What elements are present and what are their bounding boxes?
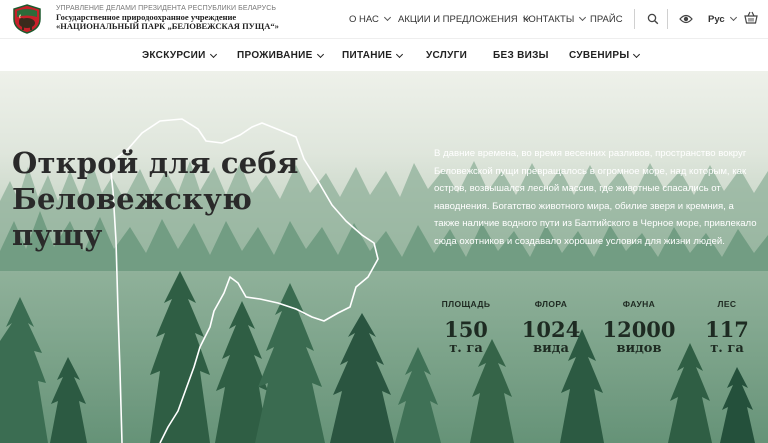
stat-label: ФЛОРА: [534, 299, 568, 309]
top-nav-price[interactable]: ПРАЙС: [590, 0, 623, 38]
org-line2: «НАЦИОНАЛЬНЫЙ ПАРК „БЕЛОВЕЖСКАЯ ПУЩА“»: [56, 21, 279, 32]
chevron-down-icon: [396, 50, 404, 58]
organization-name[interactable]: УПРАВЛЕНИЕ ДЕЛАМИ ПРЕЗИДЕНТА РЕСПУБЛИКИ …: [56, 5, 279, 31]
main-nav-visa-free[interactable]: БЕЗ ВИЗЫ: [493, 39, 549, 72]
eye-icon[interactable]: [679, 13, 693, 25]
chevron-down-icon: [579, 13, 587, 22]
stat-fauna: ФАУНА 12000 видов: [599, 299, 679, 356]
stat-label: ЛЕС: [717, 299, 737, 309]
stat-value: 1024: [521, 317, 581, 342]
main-nav-food[interactable]: ПИТАНИЕ: [342, 39, 404, 72]
stat-label: ФАУНА: [622, 299, 656, 309]
top-nav-promotions[interactable]: АКЦИИ И ПРЕДЛОЖЕНИЯ: [398, 0, 530, 38]
stat-area: ПЛОЩАДЬ 150 т. га: [426, 299, 506, 356]
search-icon[interactable]: [647, 13, 659, 25]
main-nav-label: ЭКСКУРСИИ: [142, 50, 206, 61]
stat-forest: ЛЕС 117 т. га: [687, 299, 767, 356]
main-nav-label: УСЛУГИ: [426, 50, 468, 61]
stat-value: 117: [705, 317, 749, 342]
bison-emblem-icon[interactable]: [11, 4, 43, 34]
chevron-down-icon: [633, 50, 641, 58]
hero-section: Открой для себя Беловежскую пущу В давни…: [0, 71, 768, 443]
hero-title-line1: Открой для себя: [12, 146, 299, 180]
stat-label: ПЛОЩАДЬ: [441, 299, 491, 309]
stat-value: 12000: [602, 317, 676, 342]
stat-unit: т. га: [710, 341, 744, 356]
top-nav-label: ПРАЙС: [590, 13, 623, 25]
stat-unit: т. га: [449, 341, 483, 356]
stat-unit: вида: [533, 341, 569, 356]
basket-icon[interactable]: [744, 11, 758, 25]
main-nav-souvenirs[interactable]: СУВЕНИРЫ: [569, 39, 641, 72]
forest-background: [0, 118, 768, 443]
divider: [634, 9, 635, 29]
stat-unit: видов: [616, 341, 662, 356]
hero-title: Открой для себя Беловежскую пущу: [12, 145, 342, 253]
language-label: Рус: [708, 13, 725, 25]
main-nav-label: ПИТАНИЕ: [342, 50, 393, 61]
hero-title-line2: Беловежскую пущу: [12, 182, 253, 252]
top-nav-label: О НАС: [349, 13, 379, 25]
stat-value: 150: [444, 317, 488, 342]
top-nav-label: АКЦИИ И ПРЕДЛОЖЕНИЯ: [398, 13, 518, 25]
main-nav-label: ПРОЖИВАНИЕ: [237, 50, 313, 61]
main-nav-services[interactable]: УСЛУГИ: [426, 39, 467, 72]
main-nav-excursions[interactable]: ЭКСКУРСИИ: [142, 39, 217, 72]
main-nav: ЭКСКУРСИИ ПРОЖИВАНИЕ ПИТАНИЕ УСЛУГИ БЕЗ …: [0, 38, 768, 71]
top-nav-label: КОНТАКТЫ: [523, 13, 575, 25]
main-nav-accommodation[interactable]: ПРОЖИВАНИЕ: [237, 39, 324, 72]
chevron-down-icon: [209, 50, 217, 58]
language-selector[interactable]: Рус: [708, 0, 737, 38]
top-header: УПРАВЛЕНИЕ ДЕЛАМИ ПРЕЗИДЕНТА РЕСПУБЛИКИ …: [0, 0, 768, 38]
stat-flora: ФЛОРА 1024 вида: [511, 299, 591, 356]
main-nav-label: БЕЗ ВИЗЫ: [493, 50, 549, 61]
chevron-down-icon: [316, 50, 324, 58]
chevron-down-icon: [729, 13, 737, 22]
chevron-down-icon: [383, 13, 391, 22]
top-nav-contacts[interactable]: КОНТАКТЫ: [523, 0, 587, 38]
main-nav-label: СУВЕНИРЫ: [569, 50, 630, 61]
divider: [667, 9, 668, 29]
top-nav-about[interactable]: О НАС: [349, 0, 391, 38]
hero-description: В давние времена, во время весенних разл…: [434, 148, 757, 247]
